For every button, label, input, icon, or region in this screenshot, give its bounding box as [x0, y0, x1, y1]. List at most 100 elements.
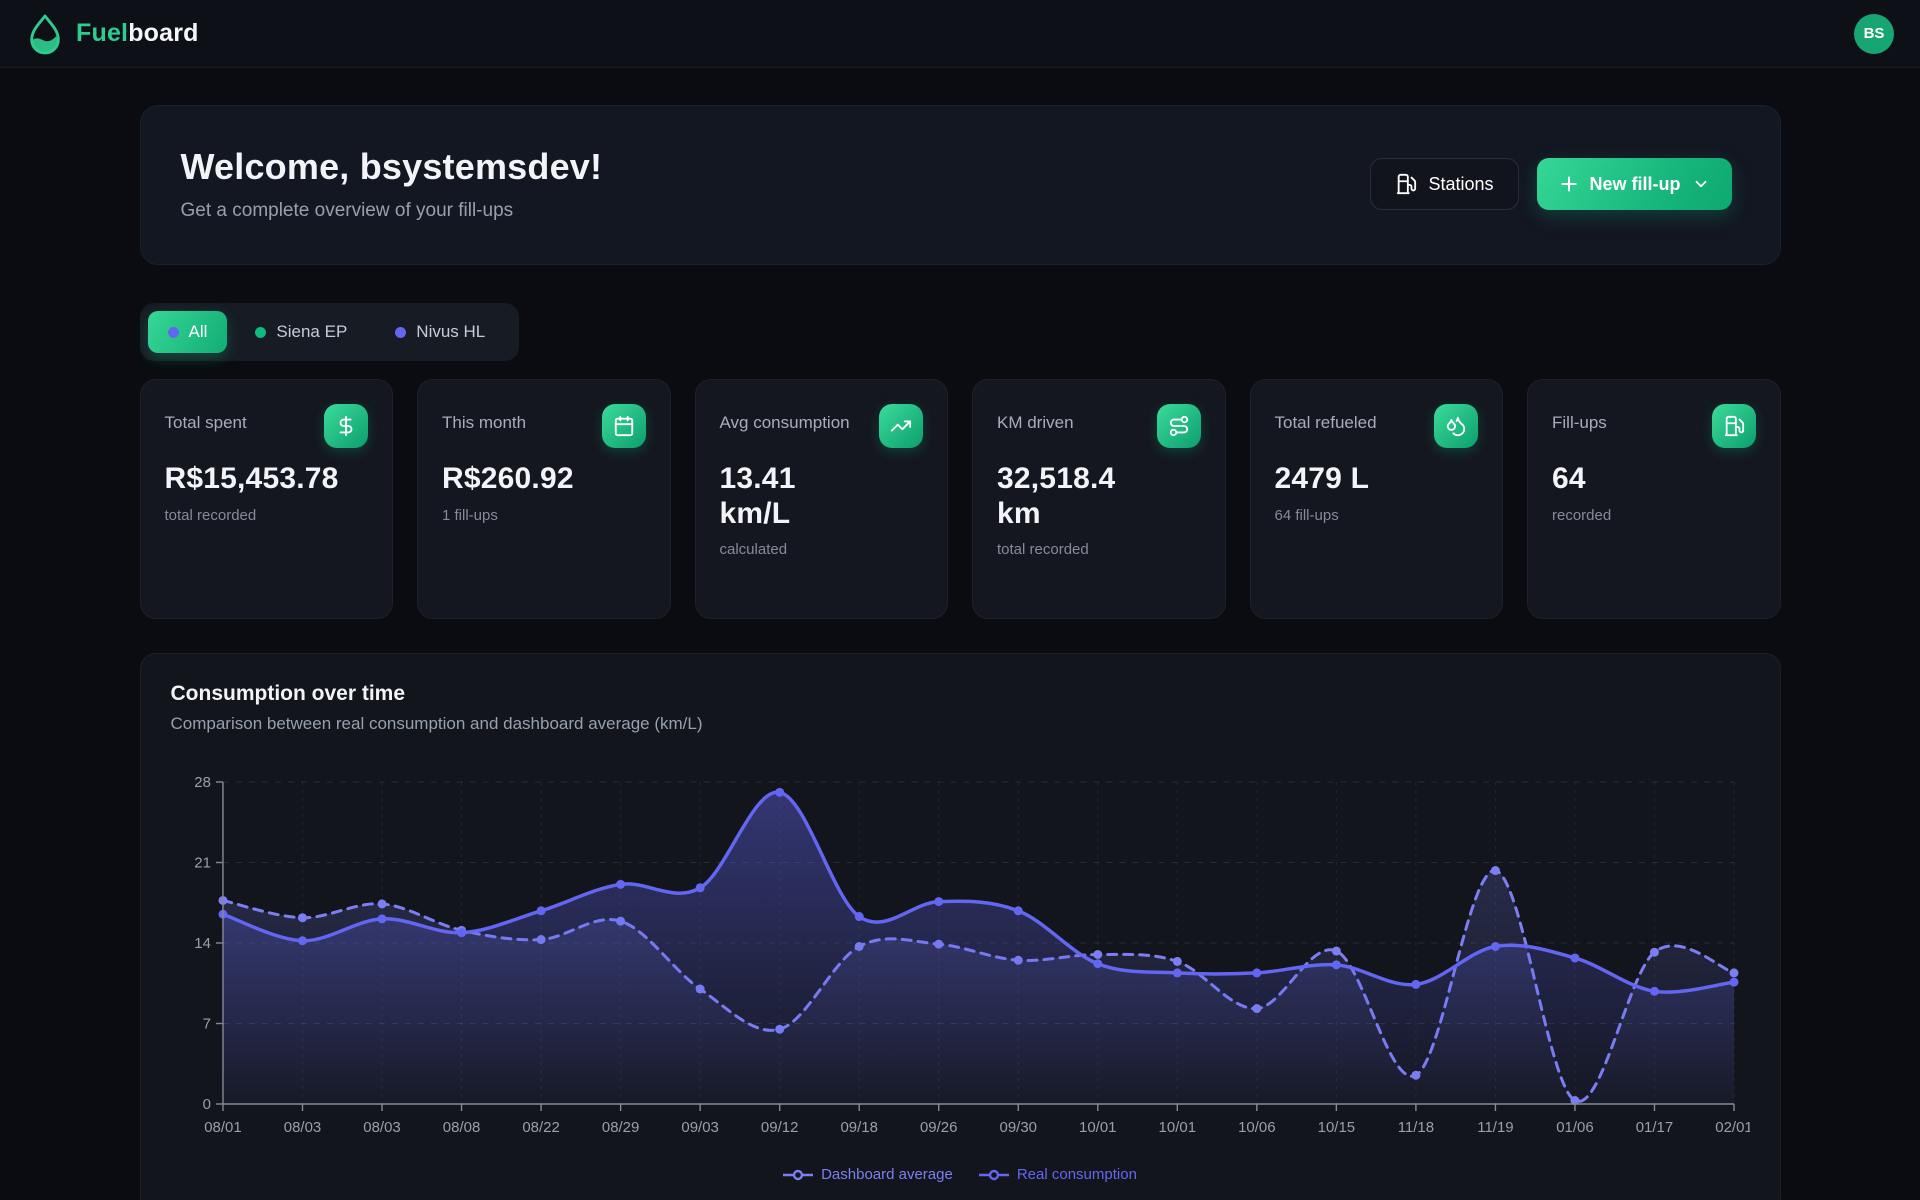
- chart-subtitle: Comparison between real consumption and …: [171, 714, 1750, 734]
- data-point[interactable]: [1013, 906, 1022, 915]
- x-tick-label: 08/22: [522, 1119, 559, 1136]
- droplets-icon: [1445, 415, 1467, 437]
- stat-label: Total spent: [165, 404, 247, 435]
- data-point[interactable]: [457, 928, 466, 937]
- data-point[interactable]: [1649, 987, 1658, 996]
- stat-value: 2479 L: [1275, 462, 1479, 497]
- data-point[interactable]: [1172, 957, 1181, 966]
- x-tick-label: 02/01: [1715, 1119, 1750, 1136]
- data-point[interactable]: [934, 897, 943, 906]
- brand-logo[interactable]: Fuelboard: [26, 13, 199, 55]
- y-tick-label: 21: [194, 854, 211, 871]
- x-tick-label: 10/01: [1158, 1119, 1195, 1136]
- fuel-pump-icon: [1395, 173, 1417, 195]
- vehicle-dot-icon: [255, 327, 266, 338]
- vehicle-filter-chip-all[interactable]: All: [148, 311, 228, 353]
- stat-value: 32,518.4 km: [997, 462, 1201, 531]
- brand-name: Fuelboard: [76, 19, 199, 48]
- vehicle-dot-icon: [395, 327, 406, 338]
- x-tick-label: 10/01: [1079, 1119, 1116, 1136]
- data-point[interactable]: [1570, 953, 1579, 962]
- vehicle-filter-chip-nivus-hl[interactable]: Nivus HL: [375, 311, 505, 353]
- x-tick-label: 10/06: [1238, 1119, 1275, 1136]
- stat-card-header: Avg consumption: [720, 404, 924, 448]
- x-tick-label: 10/15: [1317, 1119, 1354, 1136]
- stat-label: KM driven: [997, 404, 1074, 435]
- welcome-banner: Welcome, bsystemsdev! Get a complete ove…: [140, 105, 1781, 265]
- data-point[interactable]: [1093, 950, 1102, 959]
- stat-card-header: Fill-ups: [1552, 404, 1756, 448]
- y-tick-label: 0: [202, 1096, 210, 1113]
- consumption-line-chart[interactable]: 0714212808/0108/0308/0308/0808/2208/2909…: [171, 758, 1750, 1160]
- x-tick-label: 08/03: [283, 1119, 320, 1136]
- x-tick-label: 08/08: [442, 1119, 479, 1136]
- data-point[interactable]: [1649, 948, 1658, 957]
- x-tick-label: 09/12: [760, 1119, 797, 1136]
- data-point[interactable]: [1331, 960, 1340, 969]
- data-point[interactable]: [695, 883, 704, 892]
- data-point[interactable]: [297, 936, 306, 945]
- data-point[interactable]: [536, 906, 545, 915]
- x-tick-label: 09/18: [840, 1119, 877, 1136]
- stat-card-this-month: This month R$260.92 1 fill-ups: [417, 379, 671, 619]
- stations-button[interactable]: Stations: [1370, 158, 1518, 210]
- stat-subtext: 1 fill-ups: [442, 507, 646, 524]
- x-tick-label: 11/18: [1397, 1119, 1433, 1136]
- data-point[interactable]: [1252, 968, 1261, 977]
- stat-card-avg-consumption: Avg consumption 13.41 km/L calculated: [695, 379, 949, 619]
- data-point[interactable]: [1411, 980, 1420, 989]
- vehicle-dot-icon: [168, 327, 179, 338]
- new-fillup-button[interactable]: New fill-up: [1537, 158, 1732, 210]
- data-point[interactable]: [775, 788, 784, 797]
- data-point[interactable]: [377, 914, 386, 923]
- x-tick-label: 08/03: [363, 1119, 400, 1136]
- user-avatar[interactable]: BS: [1854, 14, 1894, 54]
- legend-marker-icon: [783, 1169, 813, 1181]
- stat-icon-tile: [602, 404, 646, 448]
- stat-label: This month: [442, 404, 526, 435]
- data-point[interactable]: [297, 913, 306, 922]
- series-area-1: [222, 792, 1733, 1104]
- stat-subtext: total recorded: [997, 541, 1201, 558]
- stats-grid: Total spentR$15,453.78total recordedThis…: [140, 379, 1781, 619]
- stat-card-total-spent: Total spentR$15,453.78total recorded: [140, 379, 394, 619]
- stat-value: R$260.92: [442, 462, 646, 497]
- x-tick-label: 01/17: [1635, 1119, 1672, 1136]
- stat-label: Avg consumption: [720, 404, 850, 435]
- x-tick-label: 08/01: [204, 1119, 241, 1136]
- data-point[interactable]: [1729, 968, 1738, 977]
- brand-name-green: Fuel: [76, 19, 128, 47]
- stat-label: Total refueled: [1275, 404, 1377, 435]
- brand-name-white: board: [128, 19, 198, 47]
- banner-actions: Stations New fill-up: [1370, 158, 1731, 210]
- stat-card-total-refueled: Total refueled 2479 L 64 fill-ups: [1250, 379, 1504, 619]
- x-tick-label: 09/30: [999, 1119, 1036, 1136]
- welcome-title: Welcome, bsystemsdev!: [181, 146, 603, 188]
- trending-up-icon: [890, 415, 912, 437]
- dollar-icon: [335, 415, 357, 437]
- data-point[interactable]: [854, 912, 863, 921]
- stat-subtext: calculated: [720, 541, 924, 558]
- stat-icon-tile: [324, 404, 368, 448]
- stat-card-header: KM driven: [997, 404, 1201, 448]
- stat-subtext: total recorded: [165, 507, 369, 524]
- chevron-down-icon: [1692, 175, 1710, 193]
- top-nav: Fuelboard BS: [0, 0, 1920, 68]
- stat-icon-tile: [879, 404, 923, 448]
- x-tick-label: 09/26: [919, 1119, 956, 1136]
- stat-value: 13.41 km/L: [720, 462, 924, 531]
- data-point[interactable]: [1093, 959, 1102, 968]
- data-point[interactable]: [1729, 978, 1738, 987]
- legend-marker-icon: [979, 1169, 1009, 1181]
- vehicle-filter-chip-siena-ep[interactable]: Siena EP: [235, 311, 367, 353]
- stat-subtext: 64 fill-ups: [1275, 507, 1479, 524]
- stat-card-header: This month: [442, 404, 646, 448]
- data-point[interactable]: [1490, 942, 1499, 951]
- data-point[interactable]: [1172, 968, 1181, 977]
- y-tick-label: 14: [194, 935, 211, 952]
- data-point[interactable]: [1331, 947, 1340, 956]
- data-point[interactable]: [377, 899, 386, 908]
- data-point[interactable]: [616, 880, 625, 889]
- route-icon: [1168, 415, 1190, 437]
- data-point[interactable]: [1490, 866, 1499, 875]
